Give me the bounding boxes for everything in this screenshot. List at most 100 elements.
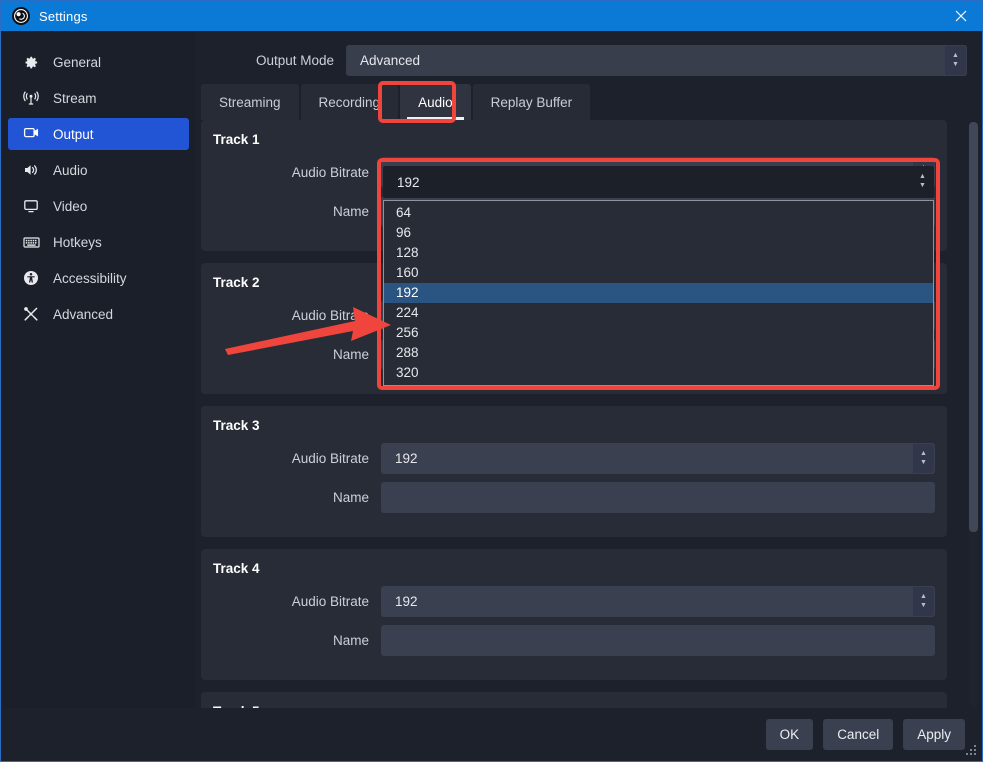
- bitrate-option[interactable]: 288: [384, 343, 933, 363]
- track-4-bitrate-row: Audio Bitrate 192 ▲ ▼: [201, 586, 935, 617]
- bitrate-dropdown-spinner[interactable]: ▲ ▼: [912, 167, 933, 196]
- track-4-name-row: Name: [201, 625, 935, 656]
- chevron-down-icon: ▼: [952, 61, 959, 68]
- sidebar-item-stream[interactable]: Stream: [8, 82, 189, 114]
- button-label: Apply: [917, 726, 951, 742]
- sidebar-item-video[interactable]: Video: [8, 190, 189, 222]
- track-3-bitrate-select[interactable]: 192 ▲ ▼: [381, 443, 935, 474]
- track-3-bitrate-row: Audio Bitrate 192 ▲ ▼: [201, 443, 935, 474]
- bitrate-option[interactable]: 320: [384, 363, 933, 383]
- sidebar-item-audio[interactable]: Audio: [8, 154, 189, 186]
- sidebar-item-output[interactable]: Output: [8, 118, 189, 150]
- ok-button[interactable]: OK: [765, 718, 814, 750]
- chevron-up-icon: ▲: [952, 52, 959, 59]
- tab-label: Replay Buffer: [490, 94, 573, 110]
- chevron-up-icon: ▲: [920, 450, 927, 457]
- sidebar-item-label: Video: [53, 198, 88, 214]
- sidebar-item-label: General: [53, 54, 102, 70]
- group-title: Track 1: [213, 132, 260, 147]
- group-title: Track 3: [213, 418, 260, 433]
- field-label: Audio Bitrate: [291, 594, 369, 609]
- sidebar-item-hotkeys[interactable]: Hotkeys: [8, 226, 189, 258]
- dialog-footer: OK Cancel Apply: [2, 708, 982, 760]
- sidebar-item-label: Accessibility: [53, 270, 127, 286]
- field-label: Audio Bitrate: [291, 308, 369, 323]
- field-label: Name: [332, 633, 369, 648]
- track-4-name-input[interactable]: [381, 625, 935, 656]
- sidebar-item-label: Hotkeys: [53, 234, 102, 250]
- scrollbar-thumb[interactable]: [969, 122, 978, 532]
- speaker-icon: [20, 159, 42, 181]
- bitrate-option[interactable]: 224: [384, 303, 933, 323]
- sidebar-item-label: Audio: [53, 162, 88, 178]
- field-label: Audio Bitrate: [291, 451, 369, 466]
- bitrate-option[interactable]: 64: [384, 203, 933, 223]
- bitrate-option-selected[interactable]: 192: [384, 283, 933, 303]
- broadcast-icon: [20, 87, 42, 109]
- gear-icon: [20, 51, 42, 73]
- bitrate-dropdown-value: 192: [397, 174, 420, 190]
- apply-button[interactable]: Apply: [903, 718, 965, 750]
- sidebar-item-advanced[interactable]: Advanced: [8, 298, 189, 330]
- output-mode-row: Output Mode Advanced ▲ ▼: [201, 45, 967, 76]
- tab-audio[interactable]: Audio: [400, 84, 471, 120]
- field-value: 192: [395, 451, 418, 466]
- chevron-up-icon: ▲: [919, 173, 926, 180]
- bitrate-dropdown-button[interactable]: 192 ▲ ▼: [383, 166, 934, 198]
- output-mode-select[interactable]: Advanced ▲ ▼: [346, 45, 967, 76]
- chevron-down-icon: ▼: [920, 602, 927, 609]
- track-3-group: Track 3 Audio Bitrate 192 ▲ ▼ Name: [201, 406, 947, 537]
- field-label: Name: [332, 490, 369, 505]
- chevron-down-icon: ▼: [920, 459, 927, 466]
- bitrate-dropdown-open: 192 ▲ ▼ 64 96 128 160 192 224 256 288 32…: [383, 166, 934, 386]
- field-label: Name: [332, 204, 369, 219]
- tools-icon: [20, 303, 42, 325]
- track-3-bitrate-spinner[interactable]: ▲ ▼: [913, 444, 934, 473]
- sidebar-item-accessibility[interactable]: Accessibility: [8, 262, 189, 294]
- accessibility-icon: [20, 267, 42, 289]
- tab-label: Recording: [318, 94, 381, 110]
- title-bar: Settings: [1, 1, 982, 31]
- bitrate-option[interactable]: 96: [384, 223, 933, 243]
- tab-bar: Streaming Recording Audio Replay Buffer: [201, 84, 591, 120]
- monitor-icon: [20, 195, 42, 217]
- cancel-button[interactable]: Cancel: [823, 718, 894, 750]
- field-label: Audio Bitrate: [291, 165, 369, 180]
- group-title: Track 4: [213, 561, 260, 576]
- button-label: OK: [779, 726, 800, 742]
- close-icon[interactable]: [938, 1, 982, 31]
- chevron-up-icon: ▲: [920, 593, 927, 600]
- output-mode-label: Output Mode: [255, 53, 334, 68]
- resize-grip[interactable]: [965, 744, 979, 758]
- track-4-group: Track 4 Audio Bitrate 192 ▲ ▼ Name: [201, 549, 947, 680]
- field-value: 192: [395, 594, 418, 609]
- sidebar-item-label: Stream: [53, 90, 97, 106]
- tab-label: Streaming: [219, 94, 281, 110]
- obs-logo-icon: [12, 7, 30, 25]
- track-4-bitrate-spinner[interactable]: ▲ ▼: [913, 587, 934, 616]
- bitrate-option[interactable]: 160: [384, 263, 933, 283]
- sidebar-item-label: Advanced: [53, 306, 114, 322]
- bitrate-options-list: 64 96 128 160 192 224 256 288 320: [383, 200, 934, 386]
- track-4-bitrate-select[interactable]: 192 ▲ ▼: [381, 586, 935, 617]
- bitrate-option[interactable]: 128: [384, 243, 933, 263]
- tab-recording[interactable]: Recording: [300, 84, 399, 120]
- tab-label: Audio: [418, 94, 453, 110]
- output-monitor-icon: [20, 123, 42, 145]
- track-3-name-input[interactable]: [381, 482, 935, 513]
- output-mode-spinner[interactable]: ▲ ▼: [945, 46, 966, 75]
- sidebar-item-label: Output: [53, 126, 94, 142]
- keyboard-icon: [20, 231, 42, 253]
- window-title: Settings: [39, 8, 88, 24]
- tab-streaming[interactable]: Streaming: [201, 84, 299, 120]
- settings-window: Settings General Stream Output Audio Vid…: [0, 0, 983, 762]
- chevron-down-icon: ▼: [919, 182, 926, 189]
- button-label: Cancel: [837, 726, 880, 742]
- content-scrollbar[interactable]: [969, 122, 978, 708]
- sidebar: General Stream Output Audio Video Hotkey…: [2, 32, 195, 710]
- bitrate-option[interactable]: 256: [384, 323, 933, 343]
- track-3-name-row: Name: [201, 482, 935, 513]
- field-label: Name: [332, 347, 369, 362]
- tab-replay-buffer[interactable]: Replay Buffer: [472, 84, 591, 120]
- sidebar-item-general[interactable]: General: [8, 46, 189, 78]
